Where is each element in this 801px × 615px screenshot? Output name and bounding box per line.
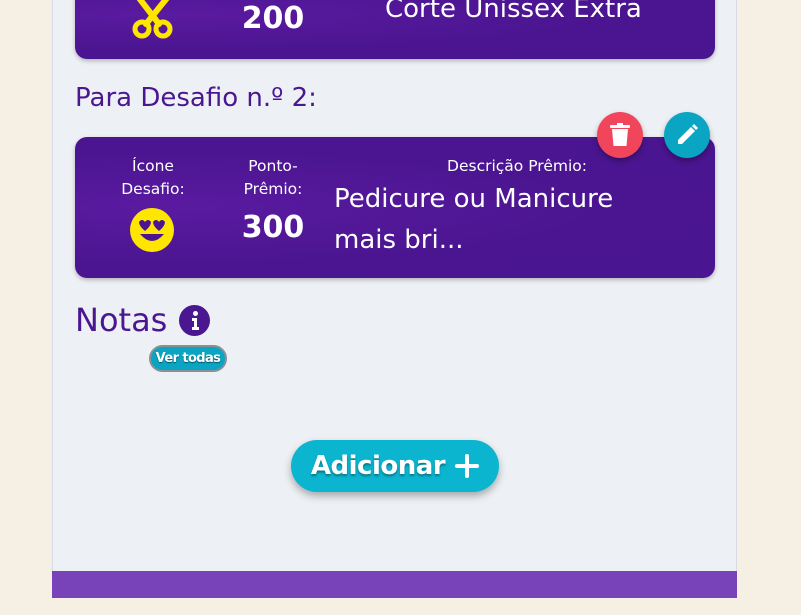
add-button[interactable]: Adicionar bbox=[291, 440, 499, 492]
challenge-2-title: Para Desafio n.º 2: bbox=[75, 83, 317, 113]
rewards-panel: 200 Corte Unissex Extra Para Desafio n.º… bbox=[52, 0, 737, 598]
smiling-face-heart-eyes-icon bbox=[129, 207, 175, 253]
add-button-label: Adicionar bbox=[310, 451, 446, 481]
plus-icon bbox=[455, 454, 480, 478]
points-label: Ponto- Prêmio: bbox=[243, 157, 303, 198]
reward-points: 300 bbox=[241, 210, 305, 245]
scissors-icon bbox=[131, 0, 175, 40]
reward-card-1[interactable]: 200 Corte Unissex Extra bbox=[75, 0, 715, 59]
description-label: Descrição Prêmio: bbox=[447, 157, 587, 175]
delete-button[interactable] bbox=[597, 112, 643, 158]
edit-button[interactable] bbox=[664, 112, 710, 158]
reward-description: Corte Unissex Extra bbox=[385, 0, 642, 24]
icon-label: Ícone Desafio: bbox=[121, 157, 185, 198]
info-icon[interactable] bbox=[179, 305, 210, 336]
reward-points: 200 bbox=[241, 1, 305, 36]
reward-card-2[interactable]: Ícone Desafio: Ponto- Prêmio: 300 Descri… bbox=[75, 137, 715, 278]
pencil-icon bbox=[678, 124, 698, 144]
view-all-notes-button[interactable]: Ver todas bbox=[149, 345, 227, 372]
trash-icon bbox=[610, 123, 630, 146]
footer-bar bbox=[52, 571, 737, 598]
reward-description: Pedicure ou Manicure mais bri... bbox=[334, 184, 614, 255]
notes-title: Notas bbox=[75, 301, 168, 339]
